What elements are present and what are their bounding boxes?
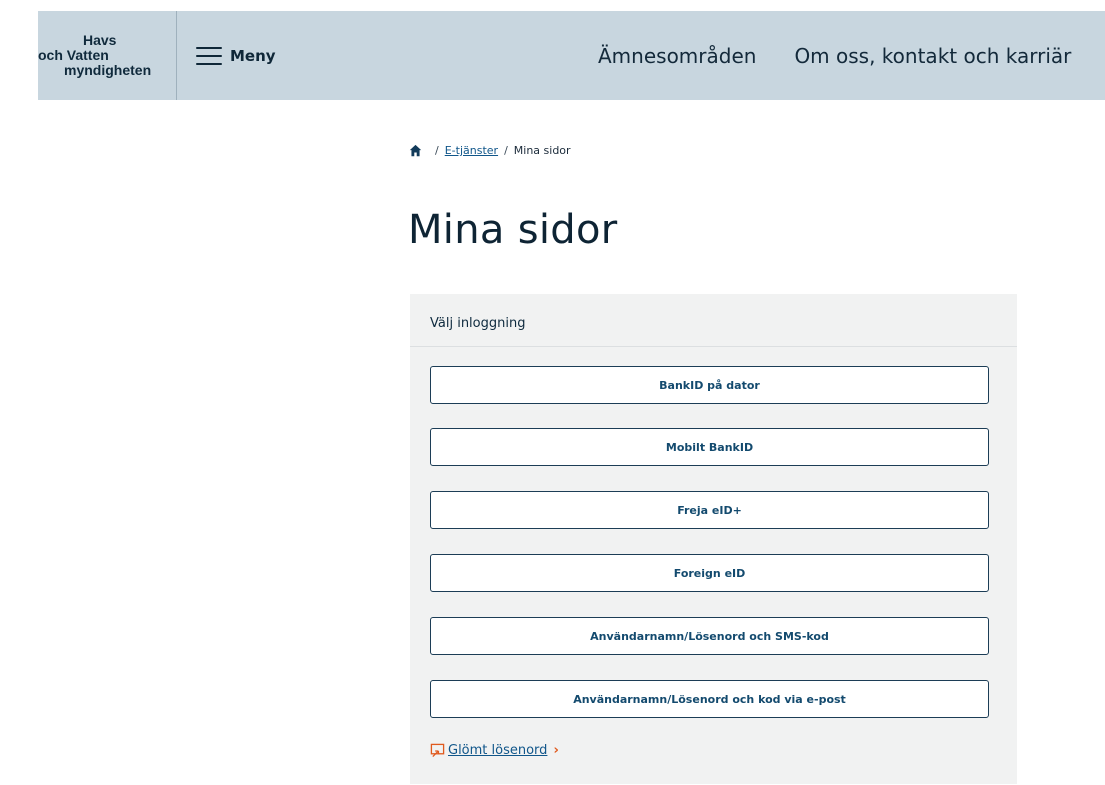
logo-line-3: myndigheten xyxy=(64,62,152,78)
site-logo[interactable]: Havs och Vatten myndigheten xyxy=(38,11,177,100)
home-icon[interactable] xyxy=(409,144,422,157)
page-title: Mina sidor xyxy=(408,207,618,253)
menu-label: Meny xyxy=(230,46,276,65)
logo-line-2: och Vatten xyxy=(38,47,109,63)
breadcrumb-separator: / xyxy=(435,144,439,157)
login-mobile-bankid-button[interactable]: Mobilt BankID xyxy=(430,428,989,466)
forgot-password[interactable]: Glömt lösenord › xyxy=(430,743,559,758)
login-bankid-desktop-button[interactable]: BankID på dator xyxy=(430,366,989,404)
logo-line-1: Havs xyxy=(83,32,117,48)
breadcrumb-current: Mina sidor xyxy=(513,144,571,157)
login-card: Välj inloggning BankID på dator Mobilt B… xyxy=(410,294,1017,784)
main-nav: Ämnesområden Om oss, kontakt och karriär xyxy=(598,11,1105,100)
login-heading: Välj inloggning xyxy=(410,294,1017,347)
forgot-password-link[interactable]: Glömt lösenord xyxy=(448,743,547,758)
external-link-icon xyxy=(430,743,445,758)
chevron-right-icon: › xyxy=(553,743,559,758)
login-password-sms-button[interactable]: Användarnamn/Lösenord och SMS-kod xyxy=(430,617,989,655)
login-foreign-eid-button[interactable]: Foreign eID xyxy=(430,554,989,592)
login-password-email-button[interactable]: Användarnamn/Lösenord och kod via e-post xyxy=(430,680,989,718)
breadcrumb-link-e-tjanster[interactable]: E-tjänster xyxy=(445,144,498,157)
breadcrumb: / E-tjänster / Mina sidor xyxy=(409,144,571,157)
nav-item-amnesomraden[interactable]: Ämnesområden xyxy=(598,44,756,68)
site-header: Havs och Vatten myndigheten Meny Ämnesom… xyxy=(38,11,1105,100)
menu-button[interactable]: Meny xyxy=(177,11,276,100)
login-freja-eid-button[interactable]: Freja eID+ xyxy=(430,491,989,529)
breadcrumb-separator: / xyxy=(504,144,508,157)
hamburger-icon xyxy=(196,46,222,65)
nav-item-om-oss[interactable]: Om oss, kontakt och karriär xyxy=(794,44,1071,68)
